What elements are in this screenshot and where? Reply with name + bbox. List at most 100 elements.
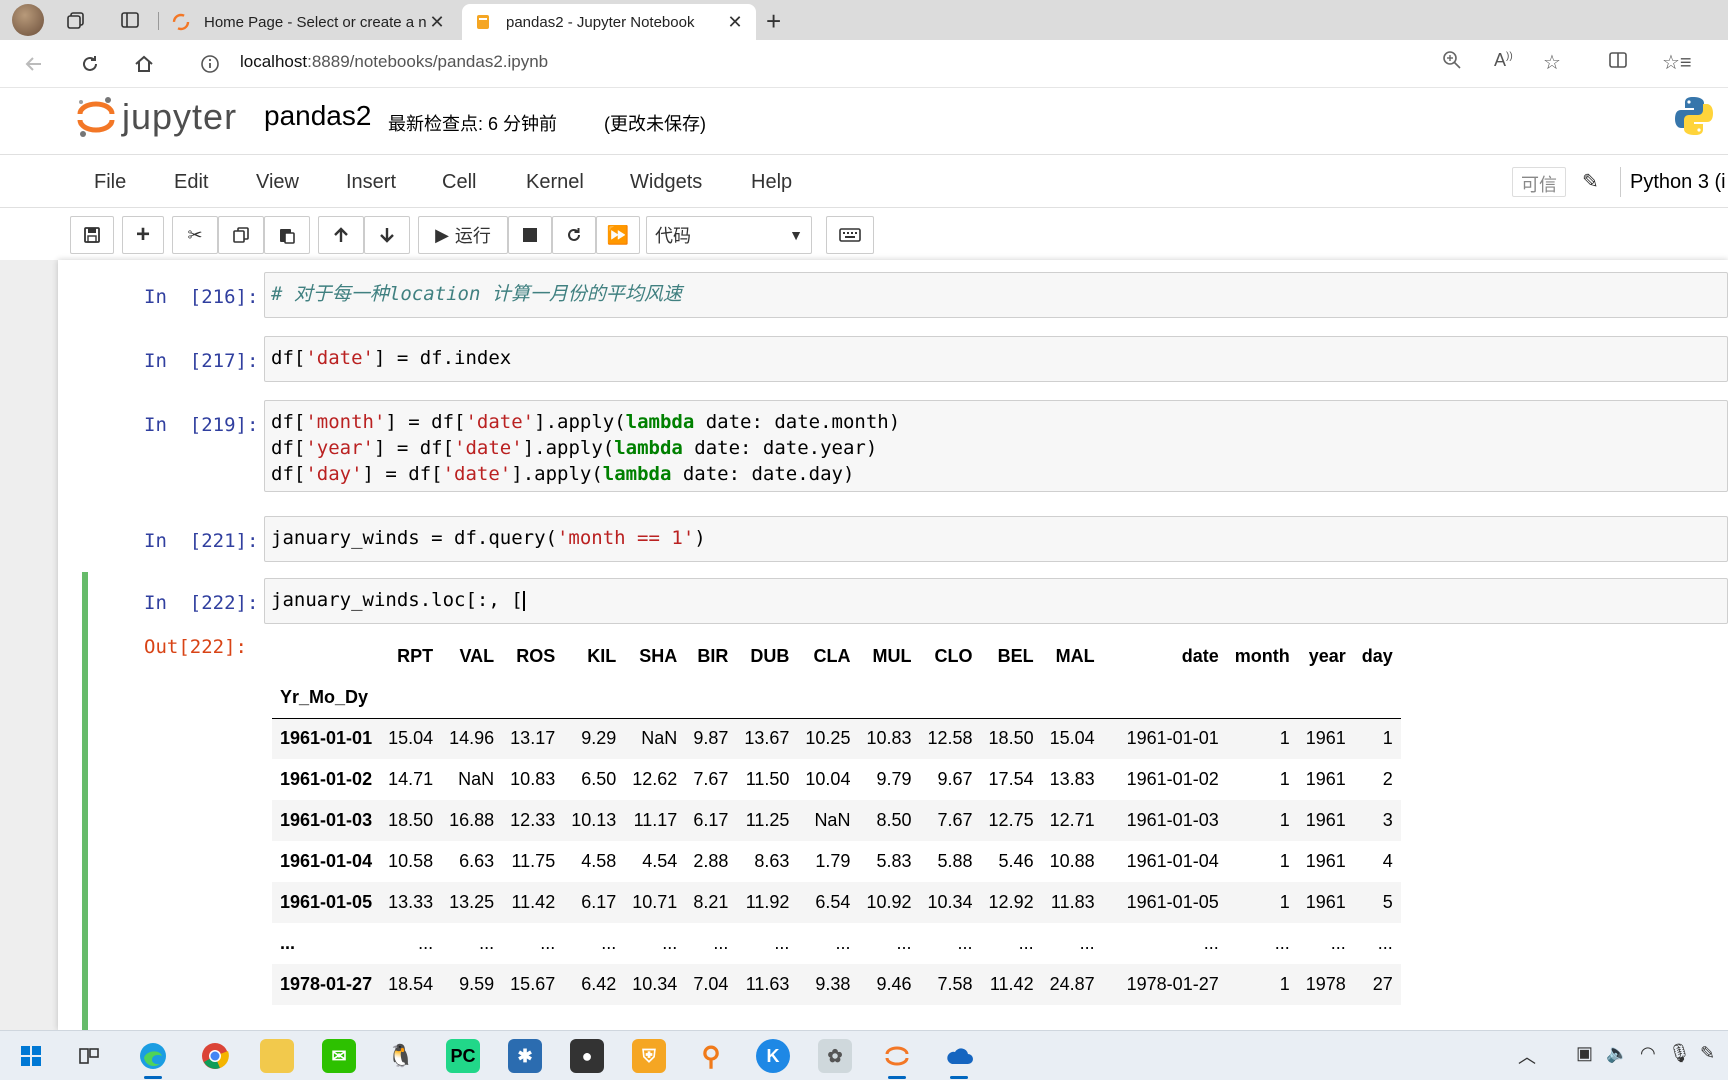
menu-file[interactable]: File [94, 171, 126, 194]
tab-home-page[interactable]: Home Page - Select or create a n ✕ [160, 4, 458, 40]
table-cell: 14.71 [388, 769, 434, 789]
table-cell: ... [479, 933, 495, 953]
move-down-button[interactable] [364, 216, 410, 254]
code-cell[interactable]: In [221]: january_winds = df.query('mont… [82, 516, 1728, 570]
trusted-indicator[interactable]: 可信 [1512, 167, 1566, 197]
cell-input[interactable]: january_winds = df.query('month == 1') [264, 516, 1728, 562]
table-cell: 18.54 [388, 974, 434, 994]
menu-kernel[interactable]: Kernel [526, 171, 584, 194]
column-header: BIR [697, 646, 729, 666]
profile-avatar[interactable] [12, 4, 44, 36]
home-icon[interactable] [130, 50, 158, 78]
task-view-icon[interactable] [72, 1039, 106, 1073]
table-cell: 1961-01-05 [1126, 892, 1219, 912]
paste-button[interactable] [264, 216, 310, 254]
edit-pencil-icon[interactable]: ✎ [1582, 169, 1599, 194]
qq-icon[interactable]: 🐧 [384, 1039, 418, 1073]
table-cell: 24.87 [1049, 974, 1095, 994]
table-cell: 4 [1382, 851, 1393, 871]
vertical-tabs-icon[interactable] [116, 6, 144, 34]
k-app-icon[interactable]: K [756, 1039, 790, 1073]
jupyter-app-icon[interactable] [880, 1039, 914, 1079]
copy-button[interactable] [218, 216, 264, 254]
jupyter-logo-icon[interactable] [74, 94, 118, 138]
back-arrow-icon[interactable] [20, 50, 48, 78]
favorite-star-icon[interactable]: ☆ [1543, 50, 1561, 75]
volume-icon[interactable]: 🔈 [1606, 1043, 1628, 1064]
chevron-down-icon: ▼ [789, 227, 803, 243]
code-comment: # 对于每一种location 计算一月份的平均风速 [271, 283, 682, 305]
insert-cell-button[interactable]: + [122, 216, 164, 254]
table-cell: 10.83 [866, 728, 912, 749]
table-cell: ... [957, 933, 973, 953]
column-header: year [1308, 646, 1346, 666]
command-palette-button[interactable] [826, 216, 874, 254]
move-up-button[interactable] [318, 216, 364, 254]
interrupt-button[interactable] [508, 216, 552, 254]
tab-label: Home Page - Select or create a n [204, 13, 427, 31]
refresh-icon[interactable] [76, 50, 104, 78]
cell-type-select[interactable]: 代码 ▼ [646, 216, 812, 254]
wechat-icon[interactable]: ✉ [322, 1039, 356, 1073]
gear-app-icon[interactable]: ✿ [818, 1039, 852, 1073]
table-cell: NaN [641, 728, 678, 749]
new-tab-button[interactable]: + [766, 6, 781, 37]
text-cursor [522, 590, 525, 611]
code-token: ].apply( [534, 411, 626, 433]
app-grid-icon[interactable]: ✱ [508, 1039, 542, 1073]
close-tab-icon[interactable]: ✕ [428, 12, 446, 33]
pen-icon[interactable]: ✎ [1700, 1043, 1715, 1064]
split-screen-icon[interactable] [1608, 50, 1628, 76]
cell-input[interactable]: df['month'] = df['date'].apply(lambda da… [264, 400, 1728, 492]
chrome-icon[interactable] [198, 1039, 232, 1073]
code-token: date: date.month) [694, 411, 901, 433]
notebook-name[interactable]: pandas2 [264, 100, 371, 132]
code-string: 'day' [305, 463, 363, 485]
security-shield-icon[interactable]: ⛨ [632, 1039, 666, 1073]
menu-edit[interactable]: Edit [174, 171, 208, 194]
microphone-icon[interactable]: 🎙 [1668, 1043, 1691, 1064]
app-icon[interactable]: ● [570, 1039, 604, 1073]
menu-insert[interactable]: Insert [346, 171, 396, 194]
code-cell[interactable]: In [216]: # 对于每一种location 计算一月份的平均风速 [82, 272, 1728, 326]
url-field[interactable]: localhost:8889/notebooks/pandas2.ipynb [240, 52, 548, 72]
cell-input[interactable]: df['date'] = df.index [264, 336, 1728, 382]
edge-browser-icon[interactable] [136, 1039, 170, 1079]
menu-help[interactable]: Help [751, 171, 792, 194]
windows-start-icon[interactable] [14, 1039, 48, 1073]
search-tool-icon[interactable]: ⚲ [694, 1039, 728, 1073]
zoom-icon[interactable] [1442, 50, 1462, 76]
wifi-icon[interactable]: ◠ [1640, 1043, 1656, 1064]
favorites-list-icon[interactable]: ☆≡ [1662, 50, 1692, 75]
tab-pandas2[interactable]: pandas2 - Jupyter Notebook ✕ [462, 4, 756, 40]
run-button[interactable]: ▶ 运行 [418, 216, 508, 254]
code-cell-selected[interactable]: In [222]: january_winds.loc[:, [ Out[222… [82, 572, 1728, 1032]
menu-widgets[interactable]: Widgets [630, 171, 702, 194]
close-tab-icon[interactable]: ✕ [726, 12, 744, 33]
tray-app-icon[interactable]: ▣ [1576, 1043, 1593, 1064]
code-cell[interactable]: In [219]: df['month'] = df['date'].apply… [82, 400, 1728, 496]
read-aloud-icon[interactable]: A)) [1494, 50, 1513, 71]
restart-run-all-button[interactable]: ⏩ [596, 216, 640, 254]
cut-button[interactable]: ✂ [172, 216, 218, 254]
save-button[interactable] [70, 216, 114, 254]
file-explorer-icon[interactable] [260, 1039, 294, 1073]
row-index: 1978-01-27 [280, 974, 373, 994]
tray-chevron-up-icon[interactable]: ︿ [1518, 1043, 1536, 1069]
code-string: 'date' [442, 463, 512, 485]
browser-tab-strip: Home Page - Select or create a n ✕ panda… [0, 0, 1728, 40]
code-cell[interactable]: In [217]: df['date'] = df.index [82, 336, 1728, 390]
collections-icon[interactable] [62, 6, 90, 34]
pycharm-icon[interactable]: PC [446, 1039, 480, 1073]
menu-view[interactable]: View [256, 171, 299, 194]
table-row: 1961-01-01 15.04 14.96 13.17 9.29 NaN 9.87 13.6… [272, 718, 1401, 759]
restart-button[interactable] [552, 216, 596, 254]
cloud-app-icon[interactable] [942, 1039, 976, 1079]
cell-input[interactable]: # 对于每一种location 计算一月份的平均风速 [264, 272, 1728, 318]
site-info-icon[interactable] [196, 50, 224, 78]
row-index: 1961-01-03 [280, 810, 373, 830]
notebook-toolbar: + ✂ ▶ 运行 ⏩ 代码 ▼ [0, 208, 1728, 260]
cell-input[interactable]: january_winds.loc[:, [ [264, 578, 1728, 624]
table-cell: ... [1079, 933, 1095, 953]
menu-cell[interactable]: Cell [442, 171, 476, 194]
